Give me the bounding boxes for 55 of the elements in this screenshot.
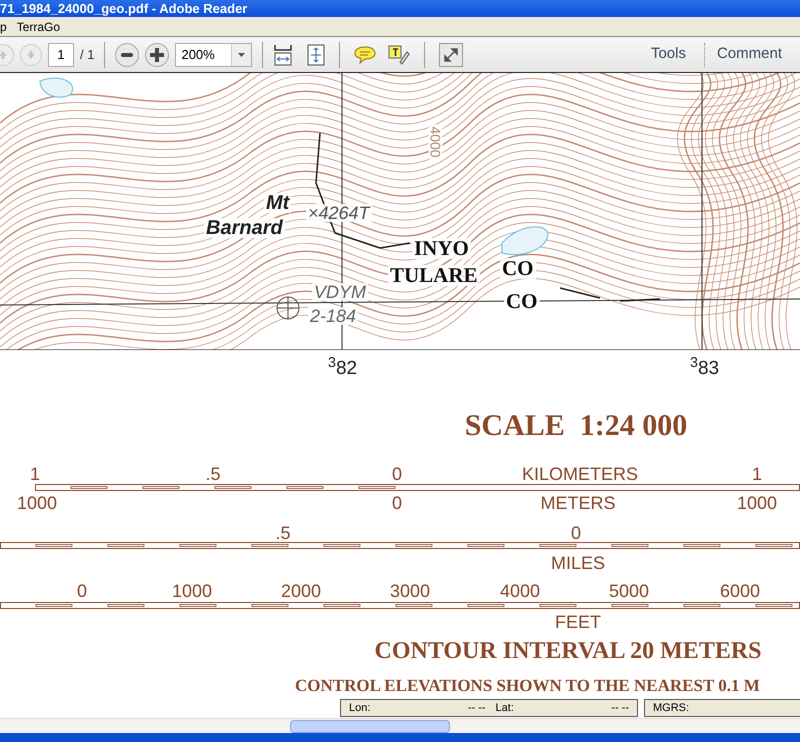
highlight-text-icon[interactable] [388, 44, 410, 66]
page-count: / 1 [80, 46, 94, 64]
map-label: VDYM [312, 283, 368, 301]
map-label: INYO [412, 238, 471, 259]
dropdown-caret-icon [231, 44, 252, 66]
pane-button[interactable]: Tools [650, 43, 686, 66]
scale-unit: KILOMETERS [522, 465, 638, 483]
contour-interval: CONTOUR INTERVAL 20 METERS [374, 639, 762, 663]
pane-button[interactable]: Comment [716, 43, 782, 66]
map-label: Barnard [204, 218, 285, 238]
scale-unit: FEET [555, 613, 601, 631]
zoom-out-icon[interactable] [115, 42, 140, 66]
scale-tick-label: 1 [30, 465, 40, 483]
map-label: 2-184 [308, 307, 358, 325]
scale-tick-label: 4000 [500, 582, 540, 600]
scale-tick-label: 1000 [736, 494, 778, 512]
lat-label: Lat: [496, 700, 514, 716]
lat-value: -- -- [611, 700, 629, 716]
scale-tick-label: .5 [276, 524, 290, 542]
page-number-field[interactable]: 1 [48, 42, 74, 66]
map-label: Mt [264, 193, 292, 213]
scale-tick-label: 2000 [280, 582, 322, 600]
lon-label: Lon: [349, 700, 370, 716]
scale-tick-label: 5000 [608, 582, 650, 600]
fit-width-icon[interactable] [273, 44, 294, 66]
map-label: TULARE [388, 265, 480, 286]
scale-unit: MILES [550, 554, 606, 572]
control-elevations-note: CONTROL ELEVATIONS SHOWN TO THE NEAREST 0.1 M [295, 677, 760, 694]
menu-item[interactable]: TerraGo [16, 18, 60, 36]
lon-value: -- -- [468, 700, 486, 716]
scale-unit: METERS [540, 494, 616, 512]
zoom-in-icon[interactable] [145, 42, 170, 66]
scale-tick-label: 1000 [172, 582, 212, 600]
scale-tick-label: 6000 [720, 582, 760, 600]
scale-tick-label: 3000 [390, 582, 430, 600]
window-title: 71_1984_24000_geo.pdf - Adobe Reader [0, 0, 248, 18]
scrollbar-thumb[interactable] [290, 720, 450, 733]
map-label: CO [500, 258, 536, 279]
scale-tick-label: 0 [77, 582, 87, 600]
scale-tick-label: 0 [392, 465, 402, 483]
mgrs-label: MGRS: [653, 700, 690, 716]
map-label: ×4264T [306, 204, 372, 222]
comment-bubble-icon[interactable] [354, 46, 376, 64]
expand-icon[interactable] [439, 42, 464, 66]
fit-page-icon[interactable] [307, 44, 326, 66]
zoom-field[interactable]: 200% [175, 42, 252, 66]
scale-tick-label: 0 [571, 524, 581, 542]
scale-tick-label: 1 [752, 465, 762, 483]
map-label: 4000 [428, 124, 443, 160]
menu-item[interactable]: p [0, 18, 7, 36]
scale-title: SCALE 1:24 000 [464, 411, 688, 441]
scale-tick-label: 0 [392, 494, 402, 512]
scale-tick-label: 1000 [16, 494, 58, 512]
horizontal-scrollbar[interactable] [0, 718, 800, 733]
scale-tick-label: .5 [206, 465, 220, 483]
